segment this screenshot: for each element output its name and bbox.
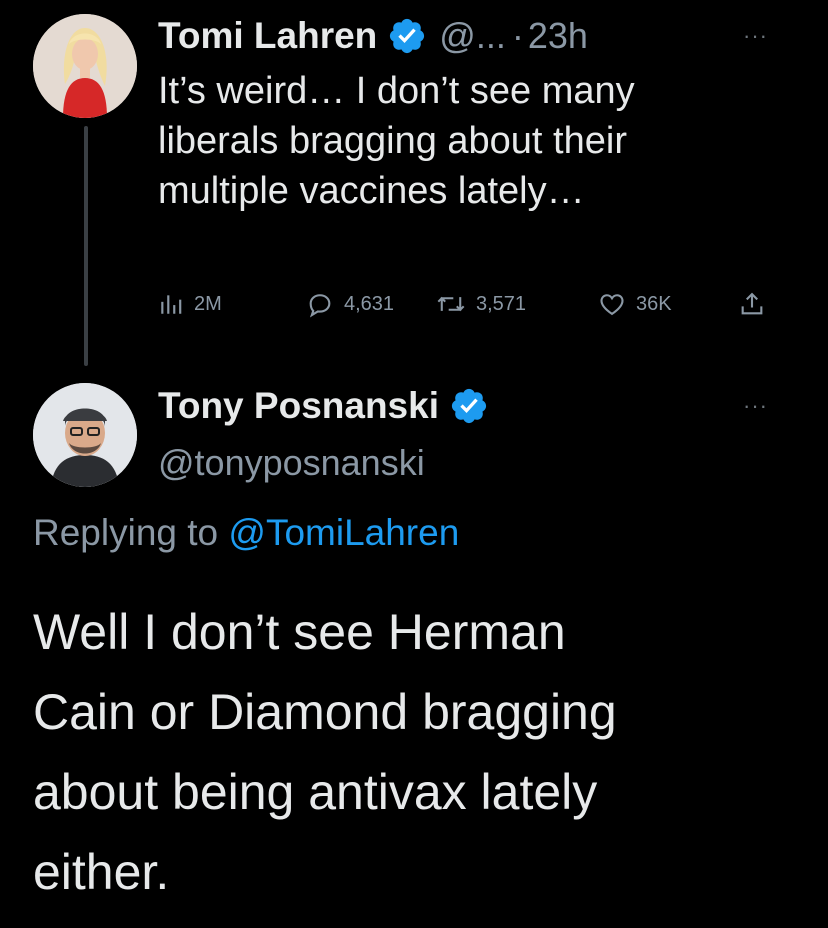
reply-icon xyxy=(309,294,331,318)
share-icon xyxy=(741,292,763,315)
reply-button[interactable]: 4,631 xyxy=(306,290,394,318)
separator-dot: · xyxy=(511,15,524,56)
parent-tweet[interactable]: Tomi Lahren @... · 23h ··· It’s weird… I… xyxy=(0,0,828,366)
reply-tweet-text: Well I don’t see Herman Cain or Diamond … xyxy=(33,604,617,900)
tomi-avatar[interactable] xyxy=(33,14,137,118)
replying-to-mention[interactable]: @TomiLahren xyxy=(228,512,459,553)
parent-tweet-text: It’s weird… I don’t see many liberals br… xyxy=(158,70,635,212)
like-button[interactable]: 36K xyxy=(598,290,672,318)
views-count: 2M xyxy=(194,292,222,315)
reply-count: 4,631 xyxy=(344,292,395,315)
replying-to-line: Replying to @TomiLahren xyxy=(33,512,459,554)
author-handle[interactable]: @... xyxy=(439,15,506,57)
verified-badge-icon xyxy=(390,18,425,54)
heart-icon xyxy=(600,294,624,316)
views-button[interactable]: 2M xyxy=(158,291,222,317)
author-name[interactable]: Tomi Lahren xyxy=(158,15,377,57)
parent-tweet-header: Tomi Lahren @... · 23h ··· xyxy=(158,8,798,64)
more-options-icon[interactable]: ··· xyxy=(743,23,768,49)
like-count: 36K xyxy=(636,292,672,315)
reply-author-handle[interactable]: @tonyposnanski xyxy=(158,442,425,484)
verified-badge-icon xyxy=(451,388,487,424)
tony-avatar[interactable] xyxy=(33,383,137,487)
share-button[interactable] xyxy=(738,290,766,318)
tomi-avatar-image xyxy=(33,14,137,118)
reply-author-name[interactable]: Tony Posnanski xyxy=(158,385,439,427)
thread-line xyxy=(84,126,88,366)
retweet-button[interactable]: 3,571 xyxy=(436,290,526,318)
retweet-count: 3,571 xyxy=(476,292,527,315)
views-icon xyxy=(161,295,182,314)
replying-to-label: Replying to xyxy=(33,512,219,553)
tony-avatar-image xyxy=(33,383,137,487)
tweet-actions: 2M 4,631 3,571 36K xyxy=(158,284,798,324)
more-options-icon[interactable]: ··· xyxy=(743,393,768,419)
retweet-icon xyxy=(437,296,465,312)
reply-tweet-header: Tony Posnanski ··· xyxy=(158,380,798,432)
tweet-time[interactable]: 23h xyxy=(528,15,588,57)
